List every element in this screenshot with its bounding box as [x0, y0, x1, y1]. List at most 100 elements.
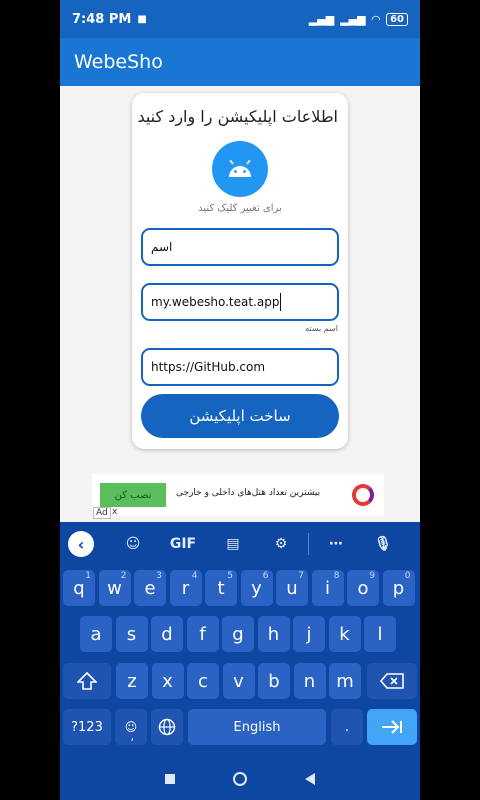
key-b[interactable]: b	[258, 663, 290, 699]
navigation-bar	[60, 758, 420, 800]
key-label: h	[267, 623, 280, 645]
gif-button[interactable]: GIF	[168, 536, 198, 552]
key-y[interactable]: y6	[240, 570, 273, 606]
key-sublabel: 3	[156, 571, 162, 581]
key-label: s	[126, 623, 137, 645]
key-label: z	[127, 670, 137, 692]
video-record-icon: ■	[137, 13, 147, 25]
package-name-field[interactable]: my.webesho.teat.app	[141, 283, 339, 321]
key-a[interactable]: a	[80, 616, 112, 652]
key-sublabel: 7	[298, 571, 304, 581]
backspace-icon	[380, 673, 404, 689]
key-p[interactable]: p0	[382, 570, 415, 606]
ad-banner[interactable]: نصب کن بیشترین تعداد هتل‌های داخلی و خار…	[92, 474, 384, 516]
key-z[interactable]: z	[116, 663, 148, 699]
key-label: a	[90, 623, 102, 645]
key-r[interactable]: r4	[169, 570, 202, 606]
emoji-key[interactable]: ☺,	[115, 709, 147, 745]
enter-key[interactable]	[367, 709, 417, 745]
app-info-card: اطلاعات اپلیکیشن را وارد کنید برای تغییر…	[132, 93, 348, 449]
battery-icon: 60	[386, 12, 408, 26]
key-label: w	[107, 577, 122, 599]
globe-icon	[158, 718, 176, 736]
key-label: t	[217, 577, 225, 599]
signal-icon: ▂▄▆	[308, 12, 335, 26]
url-value: https://GitHub.com	[151, 360, 266, 374]
sticker-icon[interactable]: ☺	[120, 536, 146, 552]
comma-label: ,	[130, 730, 135, 743]
symbols-key[interactable]: ?123	[63, 709, 111, 745]
key-sublabel: 6	[262, 571, 269, 581]
package-helper-text: اسم بسته	[305, 324, 338, 333]
key-s[interactable]: s	[115, 616, 148, 652]
phone-screen: 7:48 PM ■ ▂▄▆ ▂▄▆ ◠ 60 WebeSho اطلاعات ا…	[60, 0, 420, 800]
key-label: n	[303, 670, 316, 692]
key-label: l	[377, 623, 383, 645]
key-label: b	[268, 670, 280, 692]
icon-caption: برای تغییر کلیک کنید	[198, 203, 282, 214]
key-t[interactable]: t5	[205, 570, 237, 606]
key-v[interactable]: v	[222, 663, 255, 699]
status-bar: 7:48 PM ■ ▂▄▆ ▂▄▆ ◠ 60	[60, 0, 420, 38]
key-f[interactable]: f	[186, 616, 219, 652]
key-label: k	[339, 623, 350, 645]
key-sublabel: 4	[191, 571, 198, 581]
key-label: i	[324, 577, 330, 599]
gear-icon[interactable]: ⚙	[268, 536, 294, 552]
key-label: c	[198, 670, 208, 692]
microphone-icon[interactable]: 🎙	[373, 536, 393, 552]
key-label: o	[357, 577, 369, 599]
backspace-key[interactable]	[367, 663, 417, 699]
key-sublabel: 1	[85, 571, 91, 581]
next-arrow-icon	[382, 720, 402, 734]
key-sublabel: 5	[227, 571, 233, 581]
ad-close-button[interactable]: x	[112, 507, 117, 517]
globe-key[interactable]	[151, 709, 183, 745]
key-x[interactable]: x	[151, 663, 184, 699]
key-h[interactable]: h	[257, 616, 290, 652]
key-n[interactable]: n	[293, 663, 326, 699]
key-u[interactable]: u7	[276, 570, 308, 606]
space-key[interactable]: English	[188, 709, 326, 745]
status-icons: ▂▄▆ ▂▄▆ ◠ 60	[308, 12, 408, 26]
key-sublabel: 8	[333, 571, 340, 581]
ad-install-button[interactable]: نصب کن	[100, 483, 166, 507]
text-cursor	[280, 293, 282, 311]
app-icon-picker[interactable]	[212, 141, 268, 197]
home-icon[interactable]	[233, 772, 247, 786]
key-w[interactable]: w2	[98, 570, 131, 606]
key-o[interactable]: o9	[347, 570, 379, 606]
app-title: WebeSho	[74, 51, 163, 73]
ad-badge: Ad	[93, 507, 111, 519]
key-k[interactable]: k	[328, 616, 361, 652]
shift-key[interactable]	[63, 663, 111, 699]
url-field[interactable]: https://GitHub.com	[141, 348, 339, 386]
key-c[interactable]: c	[187, 663, 219, 699]
more-icon[interactable]: ⋯	[323, 536, 349, 552]
key-g[interactable]: g	[222, 616, 254, 652]
keyboard-toolbar: ‹ ☺ GIF ▤ ⚙ ⋯ 🎙	[60, 522, 420, 566]
key-j[interactable]: j	[293, 616, 325, 652]
app-name-field[interactable]: اسم	[141, 228, 339, 266]
key-label: f	[199, 623, 206, 645]
key-i[interactable]: i8	[311, 570, 344, 606]
keyboard: ‹ ☺ GIF ▤ ⚙ ⋯ 🎙 q1w2e3r4t5y6u7i8o9p0asdf…	[60, 522, 420, 758]
key-label: v	[233, 670, 244, 692]
toolbar-divider	[308, 533, 309, 555]
ad-text: بیشترین تعداد هتل‌های داخلی و خارجی	[176, 488, 321, 498]
key-label: p	[392, 577, 405, 599]
recent-apps-icon[interactable]	[165, 774, 175, 784]
key-m[interactable]: m	[329, 663, 361, 699]
chevron-left-icon[interactable]: ‹	[68, 531, 94, 557]
status-time: 7:48 PM	[72, 11, 132, 27]
key-d[interactable]: d	[151, 616, 183, 652]
key-q[interactable]: q1	[63, 570, 95, 606]
key-e[interactable]: e3	[134, 570, 166, 606]
create-app-button[interactable]: ساخت اپلیکیشن	[141, 394, 339, 438]
back-icon[interactable]	[305, 773, 315, 785]
clipboard-icon[interactable]: ▤	[220, 536, 246, 552]
period-key[interactable]: .	[331, 709, 363, 745]
card-title: اطلاعات اپلیکیشن را وارد کنید	[137, 107, 338, 126]
key-l[interactable]: l	[364, 616, 396, 652]
key-label: g	[232, 623, 244, 645]
